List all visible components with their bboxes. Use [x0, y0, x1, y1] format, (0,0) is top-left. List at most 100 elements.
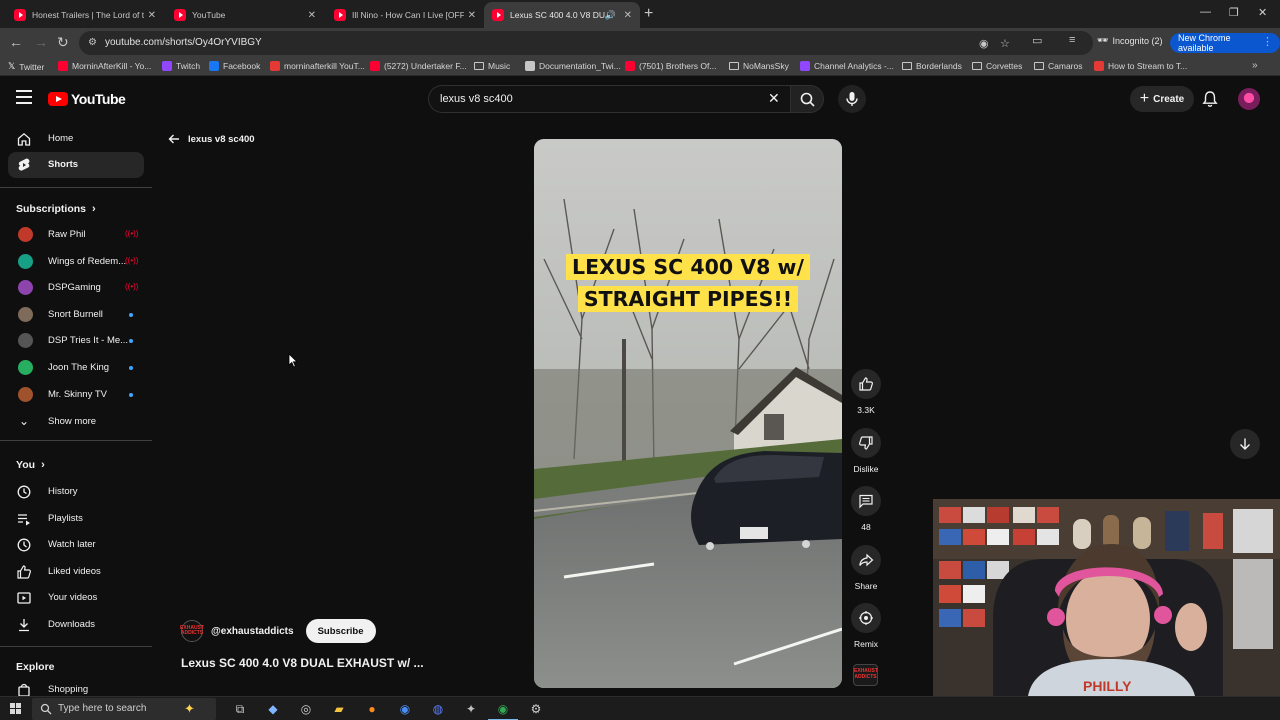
url-text[interactable]: youtube.com/shorts/Oy4OrYVIBGY [105, 37, 262, 48]
sidebar-item-liked[interactable]: Liked videos [8, 559, 144, 585]
channel-row: EXHAUST ADDICTS @exhaustaddicts Subscrib… [180, 619, 376, 643]
close-tab-icon[interactable]: ✕ [308, 10, 316, 21]
search-button[interactable] [790, 85, 824, 113]
sidebar-item-playlists[interactable]: Playlists [8, 506, 144, 532]
subscription-item[interactable]: Snort Burnell [8, 302, 144, 328]
close-tab-icon[interactable]: ✕ [148, 10, 156, 21]
bookmark-item[interactable]: Music [474, 61, 510, 71]
chrome-taskbar-icon[interactable]: ◉ [488, 700, 518, 720]
subscription-item[interactable]: Mr. Skinny TV [8, 382, 144, 408]
tracking-eye-off-icon[interactable]: ◉ [979, 37, 989, 50]
file-explorer-icon[interactable]: ▰ [330, 700, 348, 718]
minimize-button[interactable]: — [1200, 6, 1211, 18]
account-avatar[interactable] [1238, 88, 1260, 110]
chart-icon [270, 61, 280, 71]
back-arrow-icon [168, 134, 179, 144]
close-tab-icon[interactable]: ✕ [624, 10, 632, 21]
bookmark-item[interactable]: 𝕏 Twitter [8, 61, 44, 72]
subscription-item[interactable]: DSP Tries It - Me... [8, 328, 144, 354]
your-videos-icon [17, 592, 31, 605]
copilot-icon[interactable]: ◆ [264, 700, 282, 718]
share-button[interactable]: Share [848, 545, 884, 591]
obs-icon[interactable]: ◎ [297, 700, 315, 718]
sidebar-item-home[interactable]: Home [8, 126, 144, 152]
bookmark-item[interactable]: Facebook [209, 61, 260, 71]
channel-handle[interactable]: @exhaustaddicts [211, 626, 294, 637]
comments-button[interactable]: 48 [848, 486, 884, 532]
bookmark-item[interactable]: Twitch [162, 61, 200, 71]
browser-tab[interactable]: YouTube ✕ [166, 2, 324, 28]
subscription-item[interactable]: Raw Phil ((•)) [8, 222, 144, 248]
sidebar-item-download[interactable]: Downloads [8, 612, 144, 638]
voice-search-button[interactable] [838, 85, 866, 113]
like-button[interactable]: 3.3K [848, 369, 884, 415]
bookmark-item[interactable]: Corvettes [972, 61, 1022, 71]
new-tab-button[interactable]: + [644, 5, 653, 23]
sidebar-item-watch-later[interactable]: Watch later [8, 532, 144, 558]
bookmark-item[interactable]: How to Stream to T... [1094, 61, 1187, 71]
chrome-menu-icon[interactable]: ⋮ [1262, 35, 1273, 48]
close-window-button[interactable]: ✕ [1258, 6, 1267, 19]
reload-icon[interactable]: ↻ [57, 34, 69, 51]
browser-tab[interactable]: Honest Trailers | The Lord of th ✕ [6, 2, 164, 28]
more-bookmarks-icon[interactable]: » [1252, 60, 1258, 71]
browser-tab[interactable]: Ill Nino - How Can I Live [OFFIC ✕ [326, 2, 484, 28]
app-discord-icon[interactable]: ◍ [429, 700, 447, 718]
subscription-item[interactable]: Wings of Redem... ((•)) [8, 249, 144, 275]
audio-playing-icon[interactable]: 🔊 [605, 10, 616, 21]
notifications-bell-icon[interactable] [1202, 90, 1218, 108]
create-button[interactable]: + Create [1130, 86, 1194, 112]
bookmark-item[interactable]: Borderlands [902, 61, 962, 71]
media-controls-icon[interactable]: ≡ [1069, 34, 1075, 46]
close-tab-icon[interactable]: ✕ [468, 10, 476, 21]
windows-start-icon[interactable] [10, 703, 22, 715]
clear-search-icon[interactable]: ✕ [768, 90, 780, 107]
task-view-icon[interactable]: ⧉ [231, 700, 249, 718]
bookmark-item[interactable]: (7501) Brothers Of... [625, 61, 716, 71]
sound-thumbnail[interactable]: EXHAUST ADDICTS [853, 664, 878, 686]
sidebar-item-your-videos[interactable]: Your videos [8, 585, 144, 611]
restore-button[interactable]: ❐ [1229, 6, 1239, 19]
settings-gear-icon[interactable]: ⚙ [527, 700, 545, 718]
channel-avatar[interactable]: EXHAUST ADDICTS [180, 620, 204, 642]
bookmark-item[interactable]: (5272) Undertaker F... [370, 61, 467, 71]
app-blue-icon[interactable]: ◉ [396, 700, 414, 718]
app-gamepad-icon[interactable]: ✦ [462, 700, 480, 718]
forward-arrow-icon[interactable]: → [34, 34, 48, 50]
subscriptions-heading[interactable]: Subscriptions › [16, 203, 96, 215]
incognito-indicator[interactable]: 🕶 Incognito (2) [1097, 35, 1162, 46]
bookmark-item[interactable]: morninafterkill YouT... [270, 61, 365, 71]
globe-icon [525, 61, 535, 71]
bookmark-item[interactable]: Documentation_Twi... [525, 61, 621, 71]
site-info-icon[interactable]: ⚙ [88, 37, 97, 48]
short-video-player[interactable]: LEXUS SC 400 V8 w/ STRAIGHT PIPES!! [534, 139, 842, 688]
next-short-button[interactable] [1230, 429, 1260, 459]
youtube-logo[interactable]: YouTube [48, 91, 126, 107]
search-input[interactable]: lexus v8 sc400 [428, 85, 790, 113]
subscription-item[interactable]: DSPGaming ((•)) [8, 275, 144, 301]
sidebar-item-history[interactable]: History [8, 479, 144, 505]
address-bar[interactable]: ⚙ youtube.com/shorts/Oy4OrYVIBGY ◉ ☆ [79, 31, 1093, 55]
dislike-button[interactable]: Dislike [848, 428, 884, 474]
show-more-button[interactable]: ⌄ Show more [8, 409, 144, 435]
sidebar-item-shorts[interactable]: Shorts [8, 152, 144, 178]
sidebar-item-shopping[interactable]: Shopping [8, 677, 144, 696]
app-flame-icon[interactable]: ● [363, 700, 381, 718]
browser-tab-active[interactable]: Lexus SC 400 4.0 V8 DUAL E 🔊 ✕ [484, 2, 640, 28]
back-to-search-button[interactable]: lexus v8 sc400 [168, 133, 255, 145]
subscription-item[interactable]: Joon The King [8, 355, 144, 381]
hamburger-menu-icon[interactable] [16, 90, 32, 104]
you-heading[interactable]: You › [16, 459, 45, 471]
bookmark-item[interactable]: NoMansSky [729, 61, 789, 71]
taskbar-search-box[interactable]: Type here to search ✦ [32, 698, 216, 720]
bookmark-item[interactable]: Camaros [1034, 61, 1082, 71]
subscribe-button[interactable]: Subscribe [305, 619, 376, 643]
folder-icon [474, 62, 484, 70]
bookmark-item[interactable]: MorninAfterKill - Yo... [58, 61, 151, 71]
bookmark-item[interactable]: Channel Analytics -... [800, 61, 894, 71]
back-arrow-icon[interactable]: ← [9, 34, 23, 50]
cast-icon[interactable]: ▭ [1032, 34, 1042, 47]
short-title[interactable]: Lexus SC 400 4.0 V8 DUAL EXHAUST w/ ... [181, 656, 424, 670]
remix-button[interactable]: Remix [848, 603, 884, 649]
bookmark-star-icon[interactable]: ☆ [1000, 37, 1010, 50]
